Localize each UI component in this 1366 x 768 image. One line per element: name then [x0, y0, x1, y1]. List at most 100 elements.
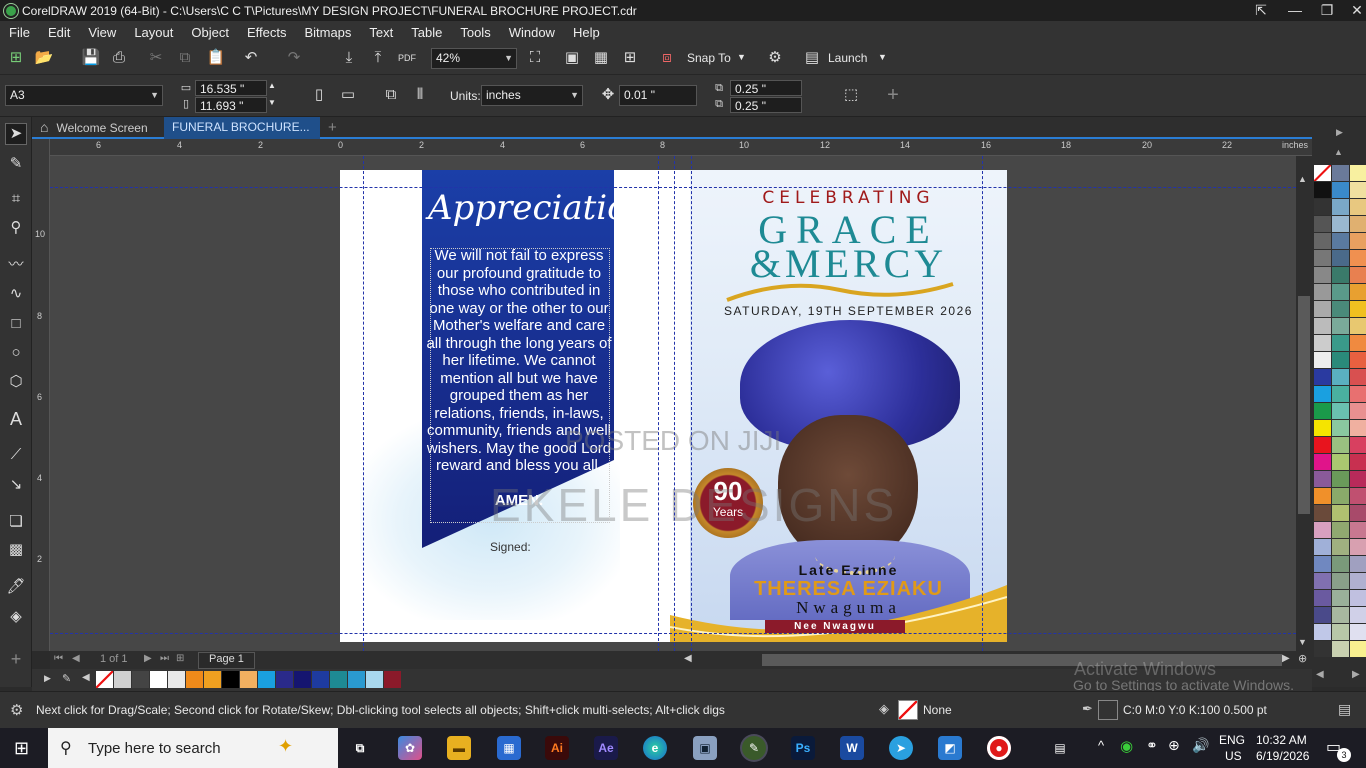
color-swatch[interactable] [1350, 199, 1366, 215]
options-gear-icon[interactable]: ⚙ [764, 48, 786, 70]
palette-scroll-right-icon[interactable]: ▶ [1352, 669, 1360, 680]
zoom-navigator-icon[interactable]: ⊕ [1298, 652, 1307, 665]
save-icon[interactable]: 💾 [80, 48, 102, 70]
color-swatch[interactable] [1350, 522, 1366, 538]
color-swatch[interactable] [330, 671, 347, 688]
color-swatch[interactable] [1332, 607, 1349, 623]
add-tool-icon[interactable]: + [5, 649, 27, 671]
color-swatch[interactable] [1314, 573, 1331, 589]
color-swatch[interactable] [1350, 505, 1366, 521]
outline-swatch[interactable] [1098, 700, 1118, 720]
page-height-field[interactable]: 11.693 " [195, 97, 267, 113]
color-swatch[interactable] [1332, 641, 1349, 657]
cut-icon[interactable]: ✂ [145, 48, 167, 70]
color-swatch[interactable] [1332, 556, 1349, 572]
crop-tool-icon[interactable]: ⌗ [5, 189, 27, 211]
print-icon[interactable]: ⎙ [108, 48, 130, 70]
tab-welcome[interactable]: ⌂ Welcome Screen [32, 117, 156, 139]
color-swatch[interactable] [1332, 165, 1349, 181]
guideline-top[interactable] [50, 187, 1296, 188]
show-hidden-icons-icon[interactable]: ^ [1098, 738, 1104, 753]
spinner-up-icon[interactable]: ▲ [268, 81, 276, 90]
text-frame[interactable] [430, 248, 610, 523]
eyedropper-icon[interactable]: 🖊 [5, 577, 27, 599]
redo-icon[interactable]: ↷ [283, 48, 305, 70]
after-effects-icon[interactable]: Ae [594, 736, 618, 760]
camera-icon[interactable]: ⚭ [1146, 737, 1158, 754]
interactive-fill-icon[interactable]: ◈ [5, 607, 27, 629]
telegram-icon[interactable]: ➤ [889, 736, 913, 760]
copy-icon[interactable]: ⧉ [174, 48, 196, 70]
page-size-select[interactable]: A3 ▼ [5, 85, 163, 106]
color-swatch[interactable] [1332, 267, 1349, 283]
taskbar-search-box[interactable]: ⚲ Type here to search ✦ [48, 728, 338, 768]
color-swatch[interactable] [1314, 403, 1331, 419]
rectangle-tool-icon[interactable]: □ [5, 314, 27, 336]
prev-page-icon[interactable]: ◀ [72, 653, 80, 664]
color-swatch[interactable] [222, 671, 239, 688]
color-swatch[interactable] [1314, 250, 1331, 266]
color-swatch[interactable] [1314, 284, 1331, 300]
color-swatch[interactable] [1350, 267, 1366, 283]
color-swatch[interactable] [1314, 539, 1331, 555]
color-swatch[interactable] [1350, 165, 1366, 181]
color-swatch[interactable] [276, 671, 293, 688]
scroll-right-icon[interactable]: ▶ [1282, 653, 1290, 664]
menu-help[interactable]: Help [573, 25, 600, 40]
palette-menu-icon[interactable]: ▶ [1336, 127, 1343, 138]
menu-view[interactable]: View [88, 25, 116, 40]
color-swatch[interactable] [1314, 607, 1331, 623]
page-border-icon[interactable]: ⬚ [840, 85, 862, 107]
color-swatch[interactable] [1350, 233, 1366, 249]
app-share-icon[interactable]: ⇱ [1244, 0, 1278, 21]
news-widget-icon[interactable]: ▤ [1048, 736, 1072, 760]
volume-icon[interactable]: 🔊 [1192, 737, 1209, 754]
vertical-ruler[interactable]: 10 8 6 4 2 [32, 139, 50, 651]
color-swatch[interactable] [1350, 607, 1366, 623]
color-swatch[interactable] [1332, 182, 1349, 198]
word-icon[interactable]: W [840, 736, 864, 760]
illustrator-icon[interactable]: Ai [545, 736, 569, 760]
color-swatch[interactable] [1314, 624, 1331, 640]
restore-button[interactable]: ❐ [1310, 0, 1344, 21]
color-swatch[interactable] [1350, 318, 1366, 334]
color-swatch[interactable] [1314, 454, 1331, 470]
pdf-icon[interactable]: PDF [396, 48, 418, 70]
guideline-v5[interactable] [982, 156, 983, 651]
polygon-tool-icon[interactable]: ⬡ [5, 372, 27, 394]
horizontal-ruler[interactable]: 6 4 2 0 2 4 6 8 10 12 14 16 18 20 22 inc… [50, 139, 1312, 156]
menu-table[interactable]: Table [411, 25, 442, 40]
color-swatch[interactable] [294, 671, 311, 688]
color-swatch[interactable] [1332, 369, 1349, 385]
transparency-icon[interactable]: ▩ [5, 540, 27, 562]
color-swatch[interactable] [1314, 505, 1331, 521]
color-swatch[interactable] [1314, 182, 1331, 198]
color-swatch[interactable] [1350, 488, 1366, 504]
color-swatch[interactable] [348, 671, 365, 688]
page-width-field[interactable]: 16.535 " [195, 80, 267, 96]
menu-object[interactable]: Object [191, 25, 229, 40]
color-swatch[interactable] [1350, 590, 1366, 606]
color-swatch[interactable] [312, 671, 329, 688]
next-page-icon[interactable]: ▶ [144, 653, 152, 664]
ellipse-tool-icon[interactable]: ○ [5, 343, 27, 365]
freehand-tool-icon[interactable]: 〰 [5, 255, 27, 277]
color-swatch[interactable] [1314, 641, 1331, 657]
color-swatch[interactable] [1314, 233, 1331, 249]
text-tool-icon[interactable]: A [5, 409, 27, 431]
portrait-icon[interactable]: ▯ [308, 85, 330, 107]
color-swatch[interactable] [1314, 369, 1331, 385]
palette-scroll-left-icon[interactable]: ◀ [1316, 669, 1324, 680]
color-swatch[interactable] [1314, 318, 1331, 334]
zoom-level-field[interactable]: 42% ▼ [431, 48, 517, 69]
color-swatch[interactable] [1332, 471, 1349, 487]
color-swatch[interactable] [1314, 522, 1331, 538]
task-view-icon[interactable]: ⧉ [348, 736, 372, 760]
guideline-v2[interactable] [658, 156, 659, 651]
undo-icon[interactable]: ↶ [240, 48, 262, 70]
color-swatch[interactable] [240, 671, 257, 688]
color-swatch[interactable] [1350, 284, 1366, 300]
zoom-to-page-icon[interactable]: ⛶ [524, 48, 546, 70]
drawing-canvas[interactable]: Appreciation We will not fail to express… [50, 156, 1296, 651]
color-swatch[interactable] [1332, 352, 1349, 368]
